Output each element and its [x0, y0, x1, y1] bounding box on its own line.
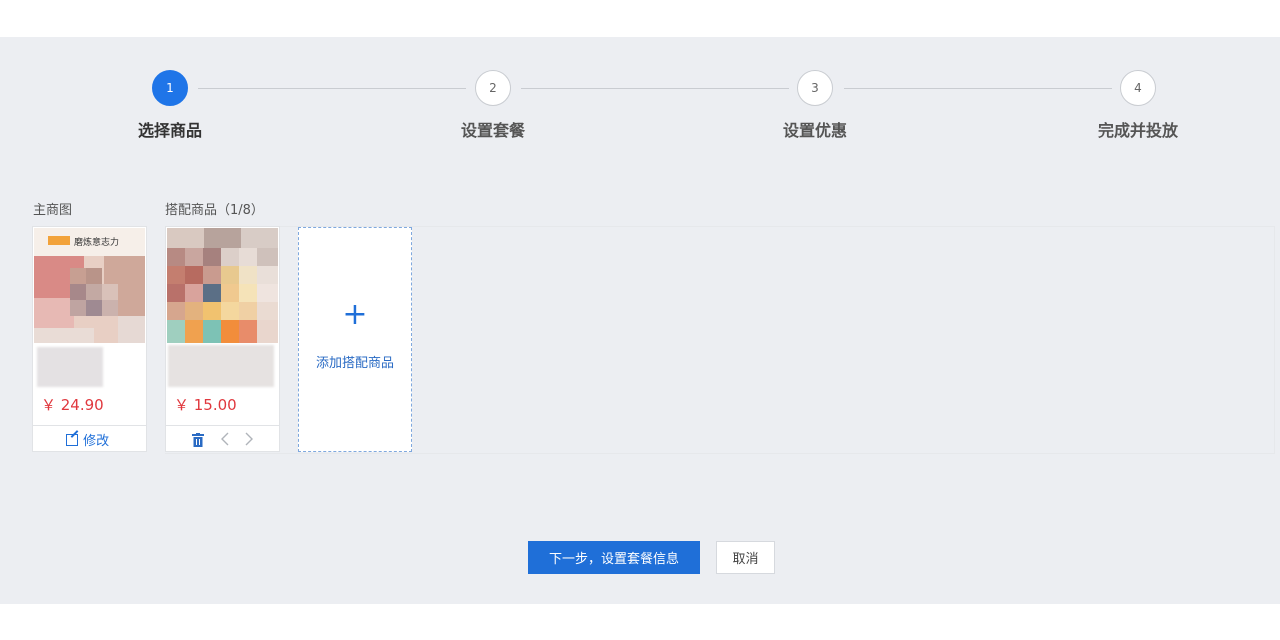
cancel-button[interactable]: 取消 [716, 541, 775, 574]
step-connector [844, 88, 1112, 89]
step-1-circle: 1 [152, 70, 188, 106]
plus-icon: + [342, 297, 368, 332]
step-4-circle: 4 [1120, 70, 1156, 106]
edit-button[interactable]: 修改 [66, 429, 110, 449]
step-connector [521, 88, 789, 89]
add-combo-product-button[interactable]: + 添加搭配商品 [298, 227, 412, 452]
main-product-name-mask [37, 347, 103, 387]
edit-label: 修改 [83, 434, 110, 449]
step-2-label: 设置套餐 [460, 121, 526, 140]
next-step-button[interactable]: 下一步，设置套餐信息 [528, 541, 700, 574]
delete-icon[interactable] [192, 432, 204, 447]
move-left-icon[interactable] [219, 431, 231, 447]
step-3-circle: 3 [797, 70, 833, 106]
combo-product-image [167, 228, 278, 343]
step-1-label: 选择商品 [137, 121, 203, 140]
main-image-label: 主商图 [33, 203, 73, 218]
step-4-label: 完成并投放 [1097, 121, 1179, 140]
edit-icon [66, 429, 79, 446]
combo-product-footer [166, 425, 279, 452]
step-connector [198, 88, 466, 89]
step-2-circle: 2 [475, 70, 511, 106]
combo-product-photo [167, 228, 278, 343]
main-product-footer: 修改 [33, 425, 146, 452]
combo-product-price: ￥ 15.00 [174, 396, 237, 414]
main-product-banner: 磨炼意志力 [74, 238, 120, 248]
step-3-label: 设置优惠 [782, 121, 848, 140]
main-product-card: 磨炼意志力 童益 专注 ￥ 24.90 修改 [32, 226, 147, 452]
main-product-image: 磨炼意志力 [34, 228, 145, 343]
combo-product-card: ￥ 15.00 [165, 226, 280, 452]
move-right-icon[interactable] [243, 431, 255, 447]
combo-products-label: 搭配商品（1/8） [165, 203, 264, 218]
add-combo-product-label: 添加搭配商品 [315, 356, 394, 371]
combo-product-name-mask [168, 345, 274, 387]
main-product-price: ￥ 24.90 [41, 396, 104, 414]
